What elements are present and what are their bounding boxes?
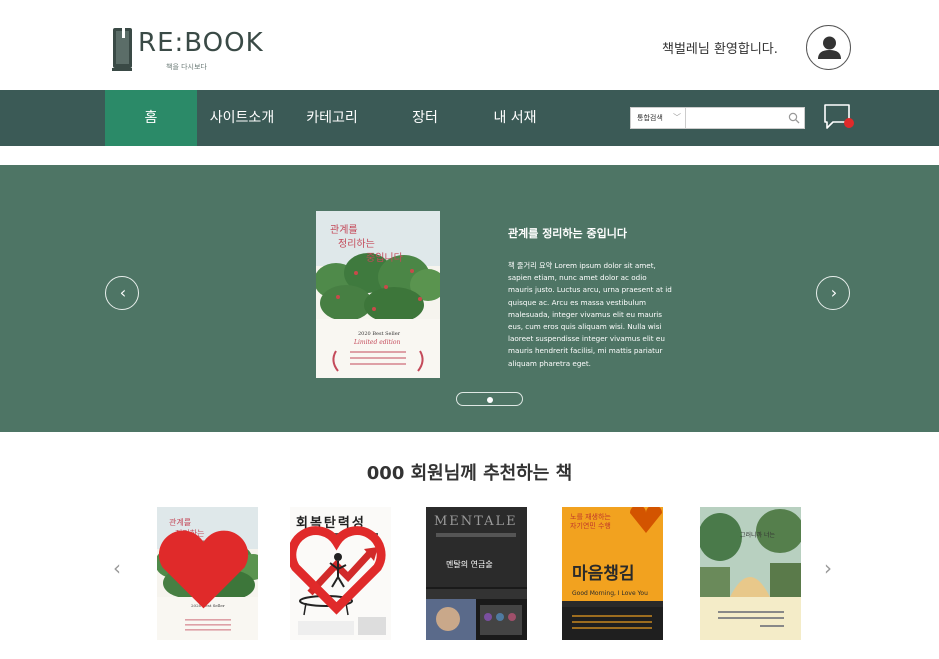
user-avatar[interactable] bbox=[806, 25, 851, 70]
recommend-book-1[interactable]: 관계를 정리하는 중입니다 2020 Best Seller bbox=[157, 507, 258, 640]
svg-text:Limited edition: Limited edition bbox=[353, 339, 400, 346]
search-icon[interactable] bbox=[788, 112, 800, 124]
search-box: 통합검색 ﹀ bbox=[630, 107, 805, 129]
chevron-left-icon: ‹ bbox=[113, 556, 121, 580]
chat-notification-icon[interactable] bbox=[823, 103, 857, 133]
site-logo[interactable]: RE:BOOK 책을 다시보다 bbox=[110, 24, 263, 74]
chevron-left-icon: ‹ bbox=[119, 283, 127, 302]
svg-text:정리하는: 정리하는 bbox=[338, 237, 375, 250]
hero-book-description: 책 줄거리 요약 Lorem ipsum dolor sit amet, sap… bbox=[508, 261, 672, 368]
hero-next-button[interactable]: › bbox=[816, 276, 850, 310]
hero-prev-button[interactable]: ‹ bbox=[105, 276, 139, 310]
svg-text:노를 재생하는: 노를 재생하는 bbox=[570, 512, 611, 521]
hero-carousel: ‹ 관계를 정리하는 중입니다 2020 Best Seller Limited… bbox=[0, 165, 939, 432]
logo-text: RE:BOOK bbox=[138, 28, 264, 58]
svg-text:마음챙김: 마음챙김 bbox=[572, 564, 635, 584]
nav-category[interactable]: 카테고리 bbox=[287, 90, 377, 146]
hero-book-cover[interactable]: 관계를 정리하는 중입니다 2020 Best Seller Limited e… bbox=[314, 211, 446, 378]
svg-text:MENTALE: MENTALE bbox=[434, 514, 518, 529]
welcome-message: 책벌레님 환영합니다. bbox=[662, 42, 778, 57]
svg-text:관계를: 관계를 bbox=[330, 224, 358, 236]
chevron-right-icon: › bbox=[830, 283, 838, 302]
hero-book-title: 관계를 정리하는 중입니다 bbox=[508, 227, 627, 240]
recommend-book-5[interactable]: 그러니까 너는 bbox=[700, 507, 801, 640]
svg-text:그러니까 너는: 그러니까 너는 bbox=[740, 531, 776, 539]
carousel-dot[interactable] bbox=[505, 397, 511, 403]
nav-market[interactable]: 장터 bbox=[380, 90, 470, 146]
search-input[interactable] bbox=[687, 108, 787, 128]
recommend-next-button[interactable]: › bbox=[824, 556, 832, 580]
chevron-down-icon: ﹀ bbox=[673, 113, 681, 122]
recommend-prev-button[interactable]: ‹ bbox=[113, 556, 121, 580]
nav-my-library[interactable]: 내 서재 bbox=[470, 90, 560, 146]
logo-subtitle: 책을 다시보다 bbox=[166, 63, 207, 71]
recommend-section-title: 000 회원님께 추천하는 책 bbox=[366, 463, 573, 484]
recommend-book-4[interactable]: 노를 재생하는 자기연민 수행 마음챙김 Good Morning, I Lov… bbox=[562, 507, 663, 640]
search-scope-select[interactable]: 통합검색 ﹀ bbox=[631, 108, 686, 128]
book-logo-icon bbox=[112, 28, 132, 71]
svg-text:멘탈의 연금술: 멘탈의 연금술 bbox=[446, 559, 493, 569]
nav-about[interactable]: 사이트소개 bbox=[197, 90, 287, 146]
heart-outline-icon[interactable] bbox=[290, 507, 387, 637]
recommend-book-2[interactable]: 회복탄력성 bbox=[290, 507, 391, 640]
user-icon bbox=[818, 36, 841, 59]
svg-text:중입니다: 중입니다 bbox=[366, 251, 403, 264]
nav-home[interactable]: 홈 bbox=[105, 90, 197, 146]
recommend-book-3[interactable]: MENTALE 멘탈의 연금술 bbox=[426, 507, 527, 640]
svg-text:자기연민 수행: 자기연민 수행 bbox=[570, 521, 611, 530]
carousel-indicator bbox=[456, 392, 523, 406]
chevron-right-icon: › bbox=[824, 556, 832, 580]
notification-badge bbox=[844, 118, 854, 128]
search-scope-label: 통합검색 bbox=[637, 114, 663, 122]
site-header: RE:BOOK 책을 다시보다 책벌레님 환영합니다. bbox=[0, 0, 939, 90]
svg-text:Good Morning, I Love You: Good Morning, I Love You bbox=[572, 590, 648, 597]
carousel-dot[interactable] bbox=[469, 397, 475, 403]
svg-text:2020 Best Seller: 2020 Best Seller bbox=[358, 331, 401, 337]
carousel-dot-active[interactable] bbox=[487, 397, 493, 403]
heart-filled-icon[interactable] bbox=[157, 507, 254, 637]
